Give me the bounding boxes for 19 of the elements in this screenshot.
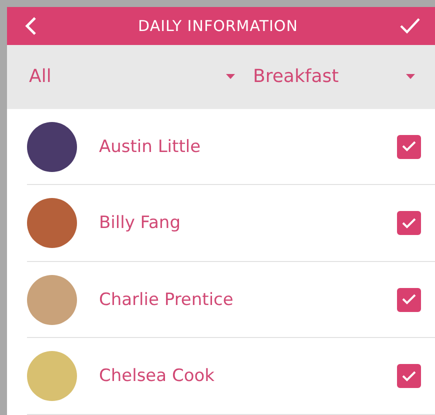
dropdown[interactable]: All: [29, 66, 253, 88]
checkmark-icon: [402, 141, 416, 152]
screen-title: DAILY INFORMATION: [138, 16, 298, 35]
child-name: Charlie Prentice: [99, 290, 234, 310]
checkmark-icon: [402, 218, 416, 229]
caret-icon: [226, 74, 235, 80]
dropdown[interactable]: Breakfast: [253, 66, 433, 88]
checkmark-icon: [402, 370, 416, 382]
back-icon[interactable]: [25, 16, 37, 36]
checkbox[interactable]: [397, 364, 421, 388]
checkbox[interactable]: [397, 134, 421, 159]
child-name: Chelsea Cook: [99, 366, 216, 386]
checkmark-icon: [402, 294, 416, 306]
check-icon[interactable]: [398, 16, 421, 35]
checkbox[interactable]: [397, 288, 421, 312]
caret-icon: [406, 74, 415, 80]
checkbox[interactable]: [397, 211, 421, 236]
child-name: Austin Little: [99, 136, 202, 157]
child-name: Billy Fang: [99, 213, 182, 234]
